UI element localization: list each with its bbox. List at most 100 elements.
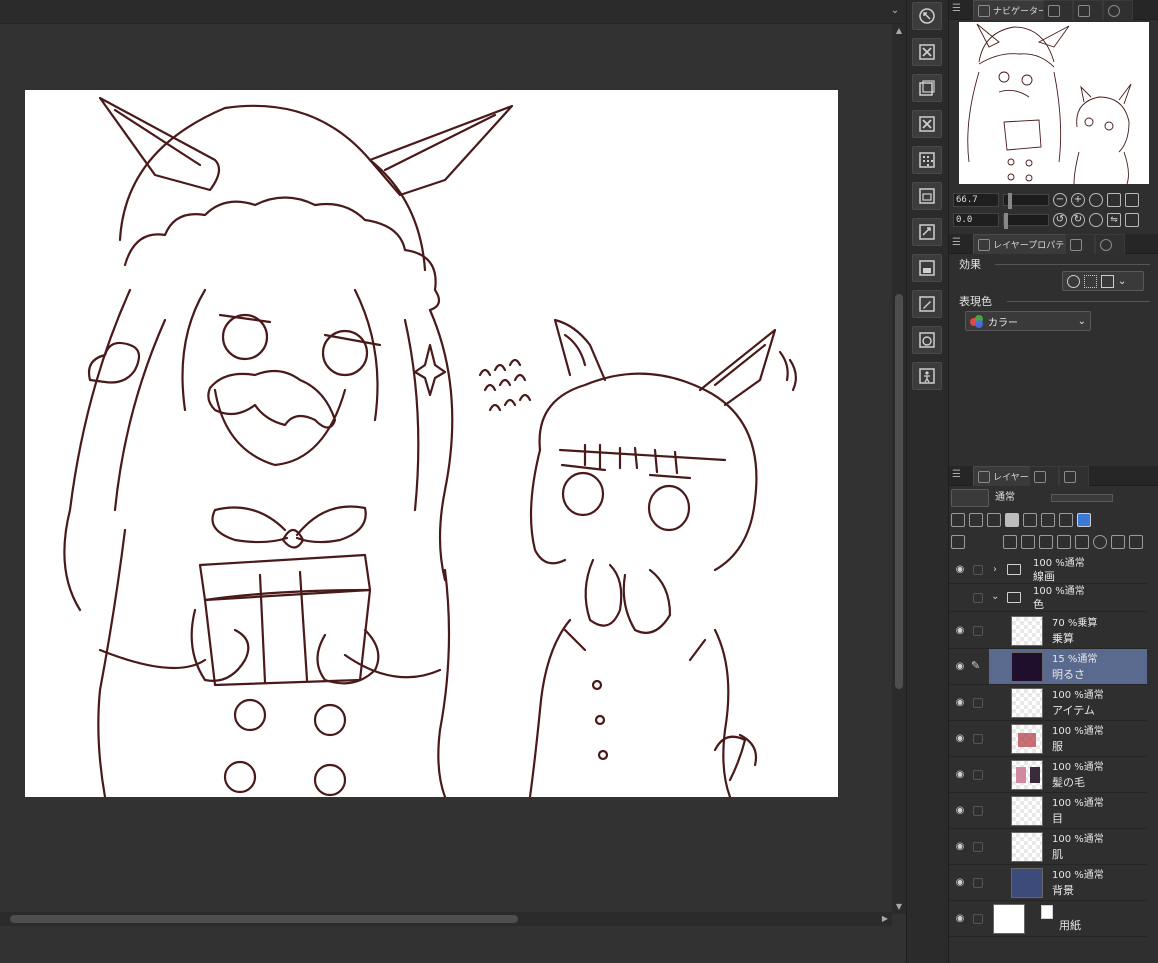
- zoom-in-icon[interactable]: +: [1071, 193, 1085, 207]
- layer-color-select[interactable]: [951, 489, 989, 507]
- vertical-scrollbar[interactable]: ▲ ▼: [892, 24, 906, 914]
- layer-save-icon[interactable]: [912, 254, 942, 282]
- transform-icon[interactable]: [912, 218, 942, 246]
- merge-down-icon[interactable]: [1075, 535, 1089, 549]
- horizontal-scrollbar[interactable]: ▶: [0, 912, 892, 926]
- scroll-right-icon[interactable]: ▶: [878, 912, 892, 926]
- flip-vertical-icon[interactable]: [1125, 213, 1139, 227]
- navigator-icon[interactable]: [912, 2, 942, 30]
- rotate-left-icon[interactable]: ↺: [1053, 213, 1067, 227]
- horizontal-scroll-thumb[interactable]: [10, 915, 518, 923]
- menu-icon[interactable]: ☰: [952, 469, 962, 481]
- layer-list-icon[interactable]: [951, 535, 965, 549]
- tab-layer-property[interactable]: レイヤープロパティ: [973, 234, 1078, 254]
- figure-icon[interactable]: [912, 362, 942, 390]
- expression-color-dropdown[interactable]: カラー ⌄: [965, 311, 1091, 331]
- tab-info[interactable]: [1103, 0, 1133, 20]
- rotate-value-field[interactable]: 0.0: [953, 213, 999, 227]
- effect-dropdown[interactable]: ⌄: [1062, 271, 1144, 291]
- zoom-slider-knob[interactable]: [1008, 193, 1012, 209]
- eye-icon[interactable]: ◉: [953, 913, 967, 925]
- lock-checkbox[interactable]: [973, 698, 983, 708]
- tab-history[interactable]: [1029, 466, 1059, 486]
- create-mask-icon[interactable]: [1093, 535, 1107, 549]
- layer-icon[interactable]: [912, 74, 942, 102]
- eye-icon[interactable]: ◉: [953, 625, 967, 637]
- clip-icon[interactable]: [951, 513, 965, 527]
- eye-icon[interactable]: ◉: [953, 733, 967, 745]
- lock-checkbox[interactable]: [973, 593, 983, 603]
- eye-icon[interactable]: ◉: [953, 564, 967, 576]
- eye-icon[interactable]: ◉: [953, 661, 967, 673]
- lock-checkbox[interactable]: [973, 806, 983, 816]
- layer-row-brightness[interactable]: 15 %通常 明るさ: [989, 649, 1147, 685]
- layer-row-item[interactable]: ◉ 100 %通常 アイテム: [949, 685, 1147, 721]
- lock-checkbox[interactable]: [973, 770, 983, 780]
- canvas-area[interactable]: ⌄ ▲ ▼ ▶: [0, 0, 906, 963]
- menu-icon[interactable]: ☰: [952, 237, 962, 249]
- transfer-down-icon[interactable]: [1057, 535, 1071, 549]
- lock-checkbox[interactable]: [973, 565, 983, 575]
- fit-icon[interactable]: [1107, 193, 1121, 207]
- tab-subview[interactable]: [1043, 0, 1073, 20]
- lock-checkbox[interactable]: [973, 734, 983, 744]
- layer-row-multiply[interactable]: ◉ 70 %乗算 乗算: [949, 613, 1147, 649]
- canvas-paper[interactable]: [25, 90, 838, 797]
- layer-folder-color[interactable]: ⌄ 100 %通常 色: [949, 584, 1147, 612]
- layer-row-background[interactable]: ◉ 100 %通常 背景: [949, 865, 1147, 901]
- ruler-icon[interactable]: [1059, 513, 1073, 527]
- new-raster-layer-icon[interactable]: [1003, 535, 1017, 549]
- tab-auto-action[interactable]: [1059, 466, 1089, 486]
- apply-mask-icon[interactable]: [1111, 535, 1125, 549]
- lock-transparent-icon[interactable]: [1023, 513, 1037, 527]
- opacity-slider[interactable]: [1051, 494, 1113, 502]
- scroll-down-icon[interactable]: ▼: [892, 900, 906, 914]
- mask-icon[interactable]: [1041, 513, 1055, 527]
- lock-checkbox[interactable]: [973, 878, 983, 888]
- layer-folder-lineart[interactable]: ◉ › 100 %通常 線画: [949, 556, 1147, 584]
- pattern-icon[interactable]: [912, 146, 942, 174]
- rotate-right-icon[interactable]: ↻: [1071, 213, 1085, 227]
- chevron-right-icon[interactable]: ›: [993, 565, 1003, 575]
- fit-window-icon[interactable]: [1125, 193, 1139, 207]
- eye-icon[interactable]: ◉: [953, 841, 967, 853]
- lock-checkbox[interactable]: [973, 842, 983, 852]
- tab-search[interactable]: [1095, 234, 1125, 254]
- lock-icon[interactable]: [1005, 513, 1019, 527]
- zoom-slider[interactable]: [1003, 193, 1049, 209]
- tab-material[interactable]: [1073, 0, 1103, 20]
- tab-navigator[interactable]: ナビゲーター: [973, 0, 1053, 20]
- blend-mode-select[interactable]: 通常: [995, 489, 1045, 507]
- zoom-out-icon[interactable]: −: [1053, 193, 1067, 207]
- trash-icon[interactable]: [1129, 535, 1143, 549]
- lock-checkbox[interactable]: [973, 914, 983, 924]
- rotate-slider[interactable]: [1003, 213, 1049, 229]
- layer-copy-icon[interactable]: [912, 182, 942, 210]
- tab-sub-tool[interactable]: [1065, 234, 1095, 254]
- navigator-preview[interactable]: [959, 22, 1149, 184]
- flip-horizontal-icon[interactable]: ⇋: [1107, 213, 1121, 227]
- menu-icon[interactable]: ☰: [952, 3, 962, 15]
- eye-icon[interactable]: ◉: [953, 697, 967, 709]
- eye-icon[interactable]: [953, 592, 967, 604]
- layer-row-paper[interactable]: ◉ 用紙: [949, 901, 1147, 937]
- lock-checkbox[interactable]: [973, 626, 983, 636]
- vertical-scroll-thumb[interactable]: [895, 294, 903, 689]
- new-vector-layer-icon[interactable]: [1021, 535, 1035, 549]
- layer-row-skin[interactable]: ◉ 100 %通常 肌: [949, 829, 1147, 865]
- actual-size-icon[interactable]: [1089, 193, 1103, 207]
- layer-row-eyes[interactable]: ◉ 100 %通常 目: [949, 793, 1147, 829]
- edit-icon[interactable]: [912, 290, 942, 318]
- draft-icon[interactable]: [987, 513, 1001, 527]
- close-icon[interactable]: [912, 110, 942, 138]
- close-icon[interactable]: [912, 38, 942, 66]
- reference-icon[interactable]: [969, 513, 983, 527]
- eye-icon[interactable]: ◉: [953, 805, 967, 817]
- layer-color-icon[interactable]: [1077, 513, 1091, 527]
- layer-row-hair[interactable]: ◉ 100 %通常 髪の毛: [949, 757, 1147, 793]
- chevron-down-icon[interactable]: ⌄: [888, 4, 902, 18]
- chevron-down-icon[interactable]: ⌄: [991, 592, 1001, 602]
- scroll-up-icon[interactable]: ▲: [892, 24, 906, 38]
- material-icon[interactable]: [912, 326, 942, 354]
- new-folder-icon[interactable]: [1039, 535, 1053, 549]
